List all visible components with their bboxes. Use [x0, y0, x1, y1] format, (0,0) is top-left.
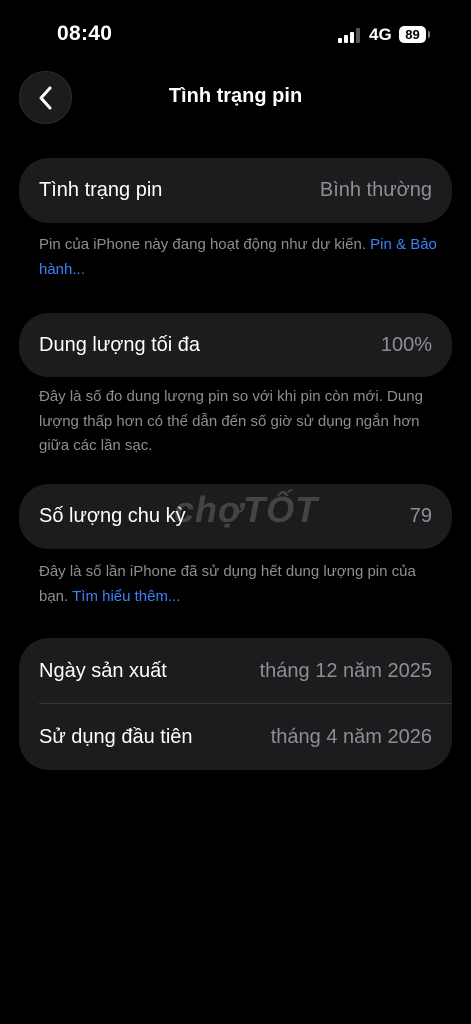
- status-bar: 08:40 4G 89: [0, 0, 471, 70]
- battery-health-label: Tình trạng pin: [39, 179, 163, 201]
- max-capacity-footnote: Đây là số đo dung lượng pin so với khi p…: [39, 388, 423, 454]
- cycle-count-label: Số lượng chu kỳ: [39, 505, 186, 527]
- first-use-label: Sử dụng đầu tiên: [39, 725, 193, 748]
- dates-card: Ngày sản xuất tháng 12 năm 2025 Sử dụng …: [19, 638, 452, 770]
- battery-health-footnote: Pin của iPhone này đang hoạt động như dự…: [39, 233, 439, 282]
- cellular-signal-icon: [338, 28, 362, 43]
- battery-health-description: Pin của iPhone này đang hoạt động như dự…: [39, 236, 366, 253]
- watermark-logo: chợTỐT: [174, 489, 319, 530]
- manufacture-date-value: tháng 12 năm 2025: [259, 659, 432, 682]
- status-time: 08:40: [57, 22, 113, 45]
- battery-health-card[interactable]: Tình trạng pin Bình thường: [19, 158, 452, 223]
- battery-health-value: Bình thường: [319, 179, 432, 201]
- cycle-count-footnote: Đây là số lần iPhone đã sử dụng hết dung…: [39, 560, 439, 609]
- battery-icon: 89: [399, 26, 431, 43]
- first-use-value: tháng 4 năm 2026: [270, 725, 432, 748]
- battery-level: 89: [399, 26, 426, 43]
- max-capacity-card: Dung lượng tối đa 100%: [19, 313, 452, 377]
- learn-more-link[interactable]: Tìm hiểu thêm...: [72, 588, 180, 605]
- max-capacity-label: Dung lượng tối đa: [39, 333, 201, 356]
- manufacture-date-label: Ngày sản xuất: [39, 659, 167, 682]
- max-capacity-value: 100%: [380, 333, 432, 356]
- network-type: 4G: [369, 25, 392, 44]
- page-title: Tình trạng pin: [168, 85, 303, 107]
- cycle-count-value: 79: [409, 505, 432, 527]
